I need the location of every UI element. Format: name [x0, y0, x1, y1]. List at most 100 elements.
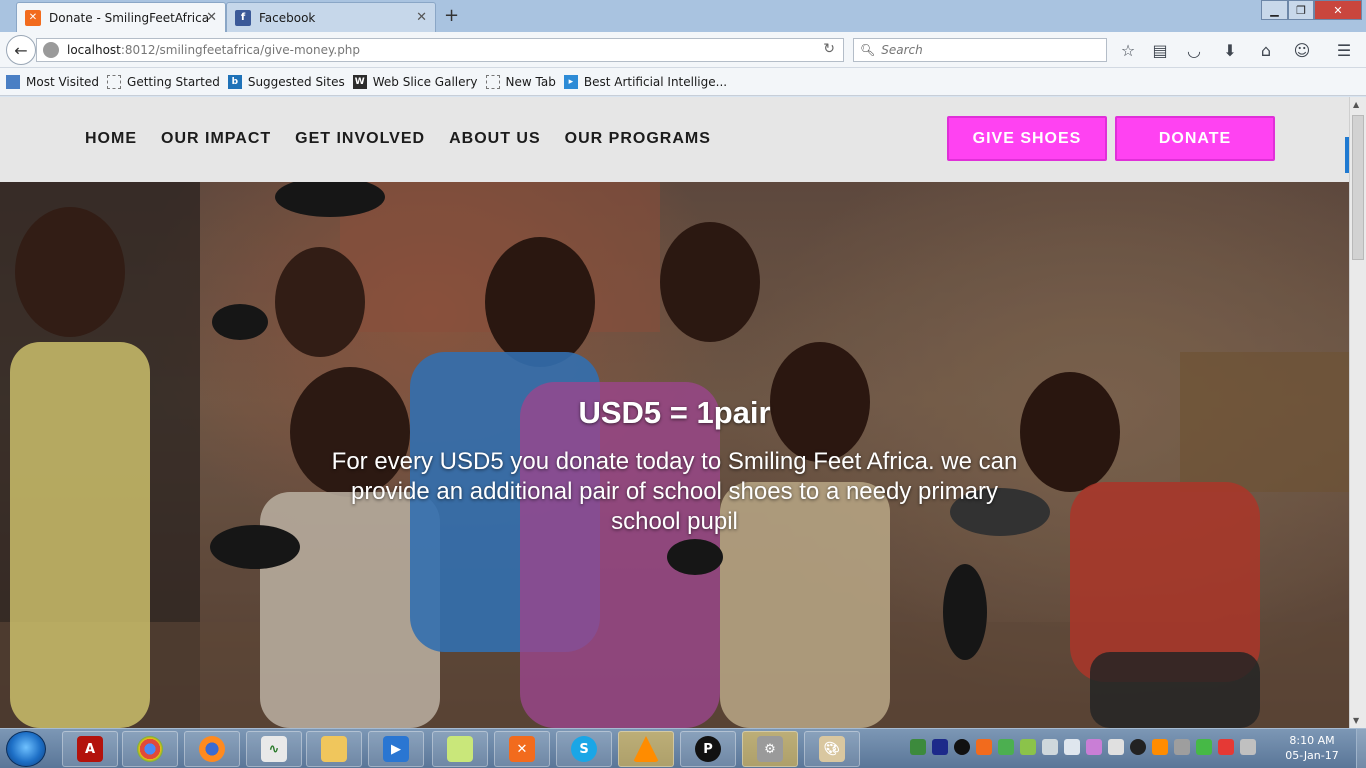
media-player-icon: ▶ [383, 736, 409, 762]
tab-facebook[interactable]: f Facebook ✕ [226, 2, 436, 32]
taskbar-chrome[interactable] [122, 731, 178, 767]
xampp-icon: ✕ [25, 9, 41, 26]
bookmark-label: Getting Started [127, 74, 220, 89]
taskbar-vlc[interactable] [618, 731, 674, 767]
hero-text-block: USD5 = 1pair For every USD5 you donate t… [0, 395, 1349, 537]
network-tray-icon[interactable] [910, 739, 926, 755]
taskbar-acrobat[interactable]: A [62, 731, 118, 767]
pocket-icon[interactable]: ◡ [1184, 40, 1204, 60]
menu-home[interactable]: HOME [85, 130, 137, 148]
bookmark-label: New Tab [505, 74, 556, 89]
clipboard-tray-icon[interactable] [1108, 739, 1124, 755]
maximize-button[interactable]: ❐ [1288, 0, 1314, 20]
browser-tab-strip: ✕ Donate - SmilingFeetAfrica ✕ f Faceboo… [0, 0, 1366, 32]
hero-title: USD5 = 1pair [578, 395, 771, 430]
paint-icon: 🎨︎ [819, 736, 845, 762]
bookmark-getting-started[interactable]: Getting Started [107, 74, 220, 89]
bookmark-star-icon[interactable]: ☆ [1118, 40, 1138, 60]
webslice-icon: W [352, 74, 367, 89]
navigation-toolbar: ← localhost:8012/smilingfeetafrica/give-… [0, 32, 1366, 68]
vlc-tray-icon[interactable] [1152, 739, 1168, 755]
page-icon [107, 74, 122, 89]
main-menu: HOME OUR IMPACT GET INVOLVED ABOUT US OU… [85, 130, 711, 148]
start-button[interactable] [6, 731, 46, 767]
tray-app-icon[interactable] [1196, 739, 1212, 755]
show-desktop-button[interactable] [1356, 729, 1366, 768]
bookmark-label: Most Visited [26, 74, 100, 89]
security-tray-icon[interactable] [998, 739, 1014, 755]
search-box[interactable]: 🔍︎ [853, 38, 1107, 62]
donate-button[interactable]: DONATE [1115, 116, 1275, 161]
taskbar-app-robot[interactable]: ⚙ [742, 731, 798, 767]
tab-donate[interactable]: ✕ Donate - SmilingFeetAfrica ✕ [16, 2, 226, 32]
taskbar-clock[interactable]: 8:10 AM 05-Jan-17 [1280, 733, 1344, 763]
url-host: localhost [67, 43, 121, 57]
bookmark-most-visited[interactable]: Most Visited [6, 74, 100, 89]
back-arrow-icon: ← [14, 40, 28, 60]
tray-app-icon[interactable] [1086, 739, 1102, 755]
tray-app-icon[interactable] [1130, 739, 1146, 755]
volume-icon[interactable] [1042, 739, 1058, 755]
menu-our-impact[interactable]: OUR IMPACT [161, 130, 271, 148]
hello-icon[interactable]: ☺ [1292, 40, 1312, 60]
bookmark-suggested-sites[interactable]: b Suggested Sites [227, 74, 345, 89]
menu-icon[interactable]: ☰ [1334, 40, 1354, 60]
minimize-button[interactable]: ▁ [1261, 0, 1288, 20]
taskbar-task-manager[interactable]: ∿ [246, 731, 302, 767]
scroll-up-icon[interactable]: ▲ [1353, 100, 1359, 109]
acrobat-icon: A [77, 736, 103, 762]
bookmarks-toolbar: Most Visited Getting Started b Suggested… [0, 68, 1366, 96]
bookmark-label: Best Artificial Intellige... [583, 74, 728, 89]
url-path: :8012/smilingfeetafrica/give-money.php [120, 43, 361, 57]
give-shoes-button[interactable]: GIVE SHOES [947, 116, 1107, 161]
address-bar[interactable]: localhost:8012/smilingfeetafrica/give-mo… [36, 38, 844, 62]
menu-about-us[interactable]: ABOUT US [449, 130, 541, 148]
close-tab-icon[interactable]: ✕ [206, 10, 217, 25]
xampp-icon: ✕ [509, 736, 535, 762]
system-tray [910, 739, 1256, 755]
new-tab-button[interactable]: + [444, 5, 459, 26]
skype-icon: S [571, 736, 597, 762]
downloads-icon[interactable]: ⬇ [1220, 40, 1240, 60]
windows-taskbar: A ∿ ▶ ✕ S P ⚙ 🎨︎ 8:10 AM 05-Jan-17 [0, 728, 1366, 768]
bookmark-best-ai[interactable]: ▸ Best Artificial Intellige... [563, 74, 728, 89]
window-close-button[interactable]: ✕ [1314, 0, 1362, 20]
app-p-tray-icon[interactable] [954, 739, 970, 755]
menu-our-programs[interactable]: OUR PROGRAMS [565, 130, 711, 148]
xampp-tray-icon[interactable] [976, 739, 992, 755]
display-tray-icon[interactable] [1064, 739, 1080, 755]
taskbar-skype[interactable]: S [556, 731, 612, 767]
app-robot-icon: ⚙ [757, 736, 783, 762]
page-icon [485, 74, 500, 89]
reload-icon[interactable]: ↻ [823, 41, 835, 57]
scrollbar-thumb[interactable] [1352, 115, 1364, 260]
bookmarks-menu-icon[interactable]: ▤ [1150, 40, 1170, 60]
taskbar-firefox[interactable] [184, 731, 240, 767]
tab-title: Donate - SmilingFeetAfrica [49, 10, 210, 25]
page-viewport: HOME OUR IMPACT GET INVOLVED ABOUT US OU… [0, 97, 1349, 728]
bing-b-tray-icon[interactable] [932, 739, 948, 755]
taskbar-sticky-notes[interactable] [432, 731, 488, 767]
tray-app-icon[interactable] [1240, 739, 1256, 755]
menu-get-involved[interactable]: GET INVOLVED [295, 130, 425, 148]
bookmark-new-tab[interactable]: New Tab [485, 74, 556, 89]
home-icon[interactable]: ⌂ [1256, 40, 1276, 60]
page-scrollbar[interactable]: ▲ ▼ [1349, 97, 1366, 728]
back-button[interactable]: ← [6, 35, 36, 65]
taskbar-xampp[interactable]: ✕ [494, 731, 550, 767]
bookmark-web-slice-gallery[interactable]: W Web Slice Gallery [352, 74, 478, 89]
taskbar-app-p[interactable]: P [680, 731, 736, 767]
taskbar-paint[interactable]: 🎨︎ [804, 731, 860, 767]
flag-tray-icon[interactable] [1218, 739, 1234, 755]
tray-app-icon[interactable] [1020, 739, 1036, 755]
close-tab-icon[interactable]: ✕ [416, 10, 427, 25]
vlc-icon [633, 736, 659, 762]
site-identity-icon[interactable] [43, 42, 59, 58]
search-input[interactable] [881, 43, 1092, 57]
file-explorer-icon [321, 736, 347, 762]
taskbar-file-explorer[interactable] [306, 731, 362, 767]
taskbar-media-player[interactable]: ▶ [368, 731, 424, 767]
battery-icon[interactable] [1174, 739, 1190, 755]
site-header: HOME OUR IMPACT GET INVOLVED ABOUT US OU… [0, 97, 1349, 182]
scroll-down-icon[interactable]: ▼ [1353, 716, 1359, 725]
